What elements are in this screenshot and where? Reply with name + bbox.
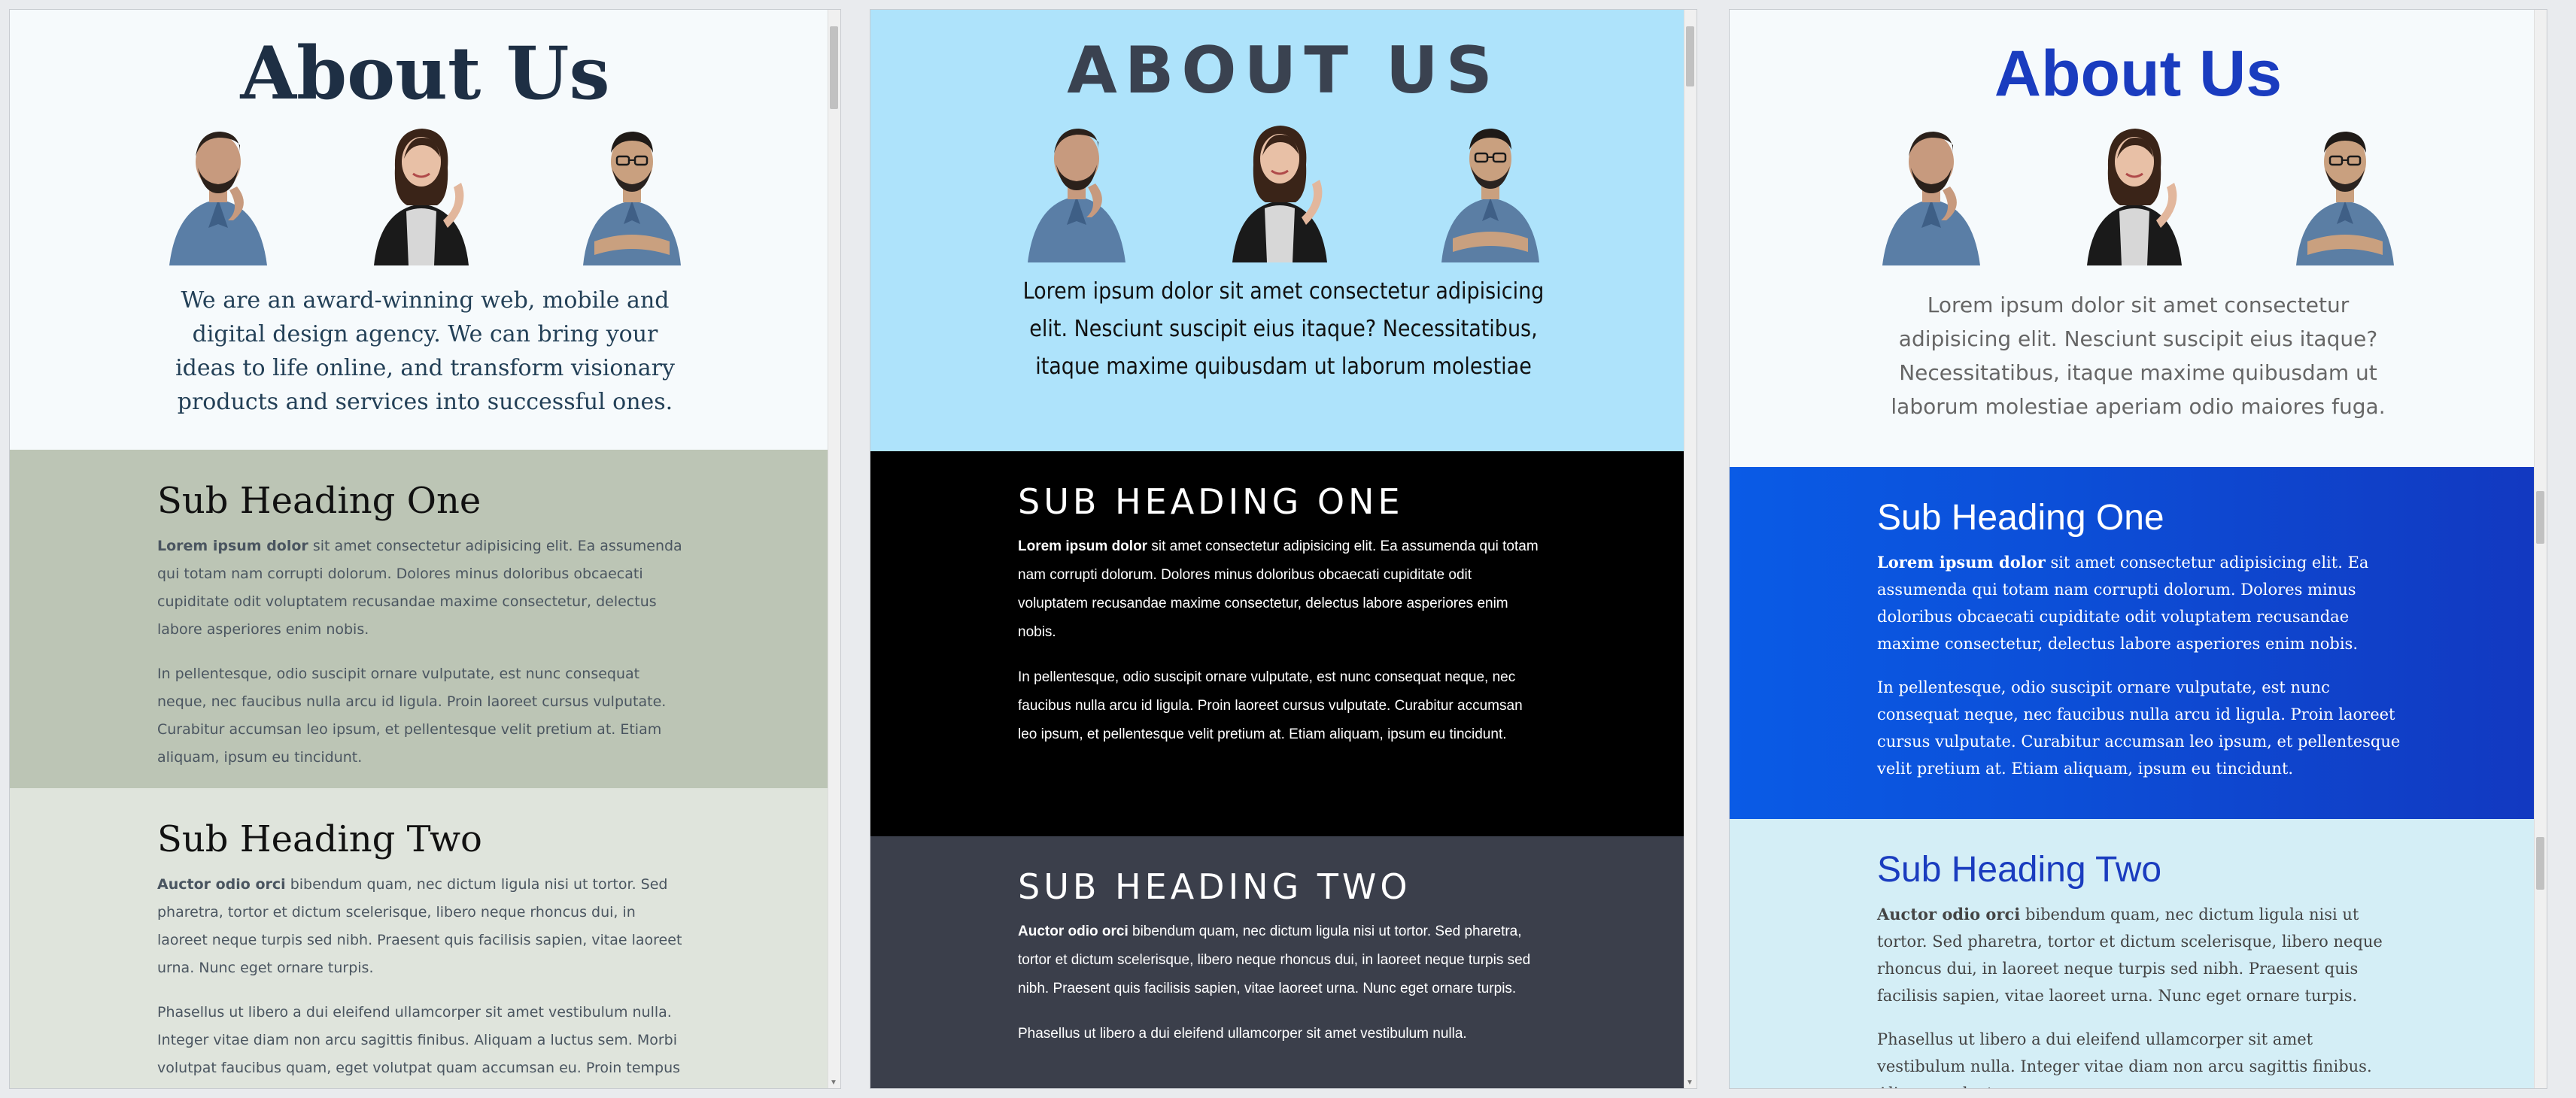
man-beard-thinking-photo — [162, 115, 275, 265]
about-page-variant-serif[interactable]: About Us We are an award-winning web, mo… — [9, 9, 841, 1089]
woman-smiling-photo — [2078, 115, 2191, 265]
man-beard-thinking-photo — [1875, 115, 1988, 265]
lead-bold-text: Auctor odio orci — [157, 876, 286, 893]
scrollbar-thumb[interactable] — [1686, 26, 1694, 86]
section-one: SUB HEADING ONE Lorem ipsum dolor sit am… — [870, 451, 1697, 836]
team-photos — [162, 115, 688, 265]
intro-text: Lorem ipsum dolor sit amet consectetur a… — [1022, 278, 1545, 380]
lead-bold-text: Auctor odio orci — [1877, 905, 2021, 924]
hero-section: ABOUT US Lorem ipsum dolor sit amet cons… — [870, 10, 1697, 386]
hero-section: About Us We are an award-winning web, mo… — [10, 10, 840, 419]
section-paragraph: Auctor odio orci bibendum quam, nec dict… — [1018, 918, 1545, 1003]
section-paragraph: Lorem ipsum dolor sit amet consectetur a… — [157, 532, 684, 644]
section-paragraph: In pellentesque, odio suscipit ornare vu… — [157, 666, 667, 766]
sub-heading-two: Sub Heading Two — [1877, 850, 2162, 890]
sub-heading-one: Sub Heading One — [157, 480, 481, 522]
page-title: ABOUT US — [1067, 33, 1500, 108]
vertical-scrollbar[interactable] — [2534, 10, 2547, 1088]
section-paragraph: In pellentesque, odio suscipit ornare vu… — [1018, 669, 1523, 742]
section-one: Sub Heading One Lorem ipsum dolor sit am… — [10, 450, 840, 788]
man-beard-thinking-photo — [1020, 112, 1133, 262]
lead-bold-text: Lorem ipsum dolor — [1877, 553, 2046, 572]
scroll-down-arrow-icon[interactable]: ▼ — [830, 1078, 837, 1087]
man-glasses-arms-crossed-photo — [1434, 112, 1547, 262]
woman-smiling-photo — [1223, 112, 1336, 262]
lead-bold-text: Auctor odio orci — [1018, 924, 1129, 939]
section-paragraph: Phasellus ut libero a dui eleifend ullam… — [1018, 1026, 1467, 1042]
section-paragraph: In pellentesque, odio suscipit ornare vu… — [1877, 678, 2401, 778]
scrollbar-thumb[interactable] — [2536, 491, 2544, 544]
section-paragraph: Auctor odio orci bibendum quam, nec dict… — [157, 871, 684, 982]
section-one: Sub Heading One Lorem ipsum dolor sit am… — [1730, 467, 2547, 819]
team-photos — [1875, 115, 2401, 265]
hero-section: About Us Lorem ipsum dolor sit amet cons… — [1730, 10, 2547, 423]
section-paragraph: Phasellus ut libero a dui eleifend ullam… — [157, 1004, 681, 1076]
team-photos — [1020, 112, 1547, 262]
vertical-scrollbar[interactable]: ▼ — [828, 10, 840, 1088]
section-two: SUB HEADING TWO Auctor odio orci bibendu… — [870, 836, 1697, 1088]
scrollbar-thumb[interactable] — [830, 26, 838, 109]
man-glasses-arms-crossed-photo — [2289, 115, 2401, 265]
section-paragraph: Phasellus ut libero a dui eleifend ullam… — [1877, 1030, 2372, 1088]
section-paragraph: Lorem ipsum dolor sit amet consectetur a… — [1018, 532, 1545, 647]
page-title: About Us — [240, 31, 610, 116]
section-paragraph: Auctor odio orci bibendum quam, nec dict… — [1877, 901, 2404, 1009]
lead-bold-text: Lorem ipsum dolor — [1018, 538, 1148, 554]
sub-heading-one: SUB HEADING ONE — [1018, 481, 1404, 522]
lead-bold-text: Lorem ipsum dolor — [157, 538, 308, 554]
intro-text: We are an award-winning web, mobile and … — [175, 287, 675, 415]
woman-smiling-photo — [365, 115, 478, 265]
sub-heading-two: SUB HEADING TWO — [1018, 866, 1411, 907]
intro-text: Lorem ipsum dolor sit amet consectetur a… — [1891, 293, 2386, 419]
scroll-down-arrow-icon[interactable]: ▼ — [1686, 1078, 1694, 1087]
section-paragraph: Lorem ipsum dolor sit amet consectetur a… — [1877, 549, 2404, 657]
sub-heading-two: Sub Heading Two — [157, 818, 482, 860]
vertical-scrollbar[interactable]: ▼ — [1684, 10, 1697, 1088]
section-two: Sub Heading Two Auctor odio orci bibendu… — [1730, 819, 2547, 1088]
about-page-variant-dark[interactable]: ABOUT US Lorem ipsum dolor sit amet cons… — [870, 9, 1697, 1089]
sub-heading-one: Sub Heading One — [1877, 498, 2164, 538]
section-two: Sub Heading Two Auctor odio orci bibendu… — [10, 788, 840, 1088]
page-title: About Us — [1994, 38, 2283, 110]
scrollbar-thumb-secondary[interactable] — [2536, 837, 2544, 890]
man-glasses-arms-crossed-photo — [576, 115, 688, 265]
about-page-variant-blue[interactable]: About Us Lorem ipsum dolor sit amet cons… — [1729, 9, 2547, 1089]
